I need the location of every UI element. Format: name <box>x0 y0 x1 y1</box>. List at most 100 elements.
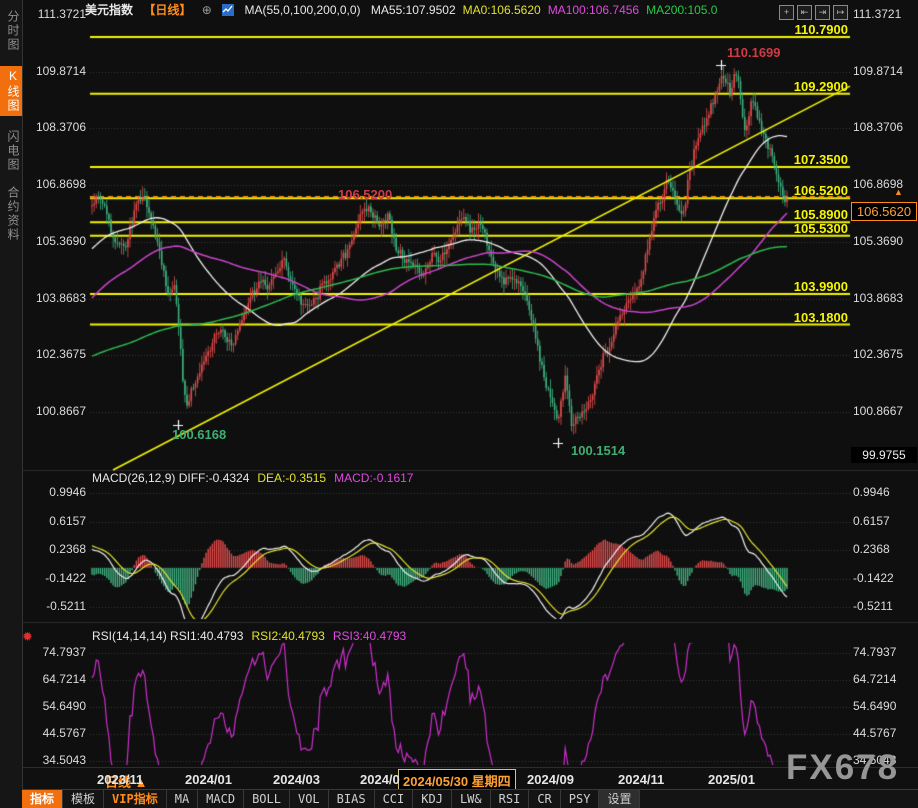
rsi-axis-right-2: 64.7214 <box>853 672 896 686</box>
ma-value-1: MA55:107.9502 <box>371 3 456 17</box>
toolbar-tab-BIAS[interactable]: BIAS <box>329 790 375 808</box>
price-axis-left-6: 103.8683 <box>24 291 86 305</box>
indicator-toolbar: 指标模板VIP指标MAMACDBOLLVOLBIASCCIKDJLW&RSICR… <box>22 789 918 808</box>
toolbar-tab-KDJ[interactable]: KDJ <box>413 790 452 808</box>
date-label-5: 2024/09 <box>527 772 574 787</box>
ma-formula: MA(55,0,100,200,0,0) <box>244 3 360 17</box>
rsi-axis-left-3: 54.6490 <box>24 699 86 713</box>
toolbar-tab-MACD[interactable]: MACD <box>198 790 244 808</box>
macd-hdr-part-2: DEA:-0.3515 <box>257 471 326 485</box>
date-label-4: 2024/0 <box>360 772 400 787</box>
chart-header: 美元指数 【日线】 ⊕ MA(55,0,100,200,0,0) MA55:10… <box>85 1 731 16</box>
level-label-103.1800: 103.1800 <box>733 310 848 325</box>
chart-canvas[interactable] <box>0 0 918 808</box>
macd-hdr-part-3: MACD:-0.1617 <box>334 471 413 485</box>
rsi-hdr-part-3: RSI3:40.4793 <box>333 629 406 643</box>
macd-axis-right-2: 0.6157 <box>853 514 890 528</box>
sidebar-tab-4[interactable]: 合约资料 <box>0 186 22 242</box>
macd-axis-right-5: -0.5211 <box>853 599 893 613</box>
level-label-109.2900: 109.2900 <box>733 79 848 94</box>
rsi-hdr-part-1: RSI(14,14,14) RSI1:40.4793 <box>92 629 243 643</box>
toolbar-tab-VIP指标[interactable]: VIP指标 <box>104 790 167 808</box>
sidebar-tab-3[interactable]: 闪电图 <box>0 130 22 172</box>
rsi-header: RSI(14,14,14) RSI1:40.4793 RSI2:40.4793 RS… <box>92 629 414 643</box>
macd-axis-left-5: -0.5211 <box>24 599 86 613</box>
rsi-axis-left-1: 74.7937 <box>24 645 86 659</box>
price-annotation-3: 100.6168 <box>172 427 226 442</box>
low-extreme-badge: 99.9755 <box>851 447 917 463</box>
price-axis-right-3: 108.3706 <box>853 120 903 134</box>
rsi-axis-left-5: 34.5043 <box>24 753 86 767</box>
toolbar-tab-MA[interactable]: MA <box>167 790 198 808</box>
rsi-hdr-part-2: RSI2:40.4793 <box>251 629 324 643</box>
ma-value-2: MA0:106.5620 <box>463 3 541 17</box>
date-label-2: 2024/01 <box>185 772 232 787</box>
date-label-7: 2025/01 <box>708 772 755 787</box>
date-label-3: 2024/03 <box>273 772 320 787</box>
circle-plus-icon[interactable]: ⊕ <box>202 3 212 17</box>
macd-axis-right-1: 0.9946 <box>853 485 890 499</box>
toolbar-tab-指标[interactable]: 指标 <box>22 790 63 808</box>
time-axis: 日线 ▲ 2024/05/30 星期四 2023/112024/012024/0… <box>22 767 918 790</box>
ma-values: MA55:107.9502 MA0:106.5620 MA100:106.7456 M… <box>371 2 725 16</box>
rsi-axis-right-1: 74.7937 <box>853 645 896 659</box>
toolbar-tab-VOL[interactable]: VOL <box>290 790 329 808</box>
macd-axis-left-4: -0.1422 <box>24 571 86 585</box>
toolbar-tab-CCI[interactable]: CCI <box>375 790 414 808</box>
sidebar-tab-1[interactable]: 分时图 <box>0 10 22 52</box>
price-axis-left-7: 102.3675 <box>24 347 86 361</box>
macd-axis-right-4: -0.1422 <box>853 571 894 585</box>
expand-right-icon[interactable]: ↦ <box>833 5 848 20</box>
rsi-axis-right-3: 54.6490 <box>853 699 896 713</box>
macd-axis-left-3: 0.2368 <box>24 542 86 556</box>
price-axis-left-8: 100.8667 <box>24 404 86 418</box>
price-axis-right-6: 103.8683 <box>853 291 903 305</box>
rsi-axis-right-4: 44.5767 <box>853 726 896 740</box>
macd-axis-left-1: 0.9946 <box>24 485 86 499</box>
price-axis-right-2: 109.8714 <box>853 64 903 78</box>
price-annotation-1: 110.1699 <box>727 45 781 60</box>
price-annotation-2: 106.5200 <box>338 187 392 202</box>
price-axis-left-5: 105.3690 <box>24 234 86 248</box>
toolbar-tab-设置[interactable]: 设置 <box>599 790 640 808</box>
price-axis-right-7: 102.3675 <box>853 347 903 361</box>
trading-app-window: 分时图 K线图闪电图合约资料 美元指数 【日线】 ⊕ MA(55,0,100,20… <box>0 0 918 808</box>
compress-right-icon[interactable]: ⇥ <box>815 5 830 20</box>
rsi-axis-left-4: 44.5767 <box>24 726 86 740</box>
symbol-title: 美元指数 <box>85 3 133 17</box>
price-axis-left-3: 108.3706 <box>24 120 86 134</box>
pan-icon[interactable]: + <box>779 5 794 20</box>
red-burst-icon[interactable]: ✹ <box>22 629 33 645</box>
left-sidebar: 分时图 K线图闪电图合约资料 <box>0 0 23 808</box>
toolbar-tab-PSY[interactable]: PSY <box>561 790 600 808</box>
ma-value-3: MA100:106.7456 <box>548 3 639 17</box>
toolbar-tab-CR[interactable]: CR <box>529 790 560 808</box>
macd-axis-right-3: 0.2368 <box>853 542 890 556</box>
macd-axis-left-2: 0.6157 <box>24 514 86 528</box>
mini-chart-icon[interactable] <box>222 3 234 17</box>
toolbar-tab-模板[interactable]: 模板 <box>63 790 104 808</box>
price-axis-right-8: 100.8667 <box>853 404 903 418</box>
sidebar-tab-2[interactable]: K线图 <box>0 66 22 116</box>
toolbar-tab-LW&[interactable]: LW& <box>452 790 491 808</box>
date-label-6: 2024/11 <box>618 772 664 787</box>
price-axis-left-4: 106.8698 <box>24 177 86 191</box>
price-up-arrow-icon: ▲ <box>894 187 903 197</box>
period-tag[interactable]: 【日线】 <box>143 3 191 17</box>
current-price-badge: 106.5620 <box>851 202 917 221</box>
level-label-110.7900: 110.7900 <box>733 22 848 37</box>
level-label-105.5300: 105.5300 <box>733 221 848 236</box>
level-label-107.3500: 107.3500 <box>733 152 848 167</box>
price-axis-right-5: 105.3690 <box>853 234 903 248</box>
macd-header: MACD(26,12,9) DIFF:-0.4324DEA:-0.3515MAC… <box>92 471 421 485</box>
price-annotation-4: 100.1514 <box>571 443 625 458</box>
compress-left-icon[interactable]: ⇤ <box>797 5 812 20</box>
price-axis-left-1: 111.3721 <box>24 7 86 21</box>
rsi-axis-left-2: 64.7214 <box>24 672 86 686</box>
price-axis-left-2: 109.8714 <box>24 64 86 78</box>
ma-value-4: MA200:105.0 <box>646 3 717 17</box>
toolbar-tab-BOLL[interactable]: BOLL <box>244 790 290 808</box>
toolbar-tab-RSI[interactable]: RSI <box>491 790 530 808</box>
watermark: FX678 <box>786 748 899 788</box>
date-label-1: 2023/11 <box>97 772 143 787</box>
